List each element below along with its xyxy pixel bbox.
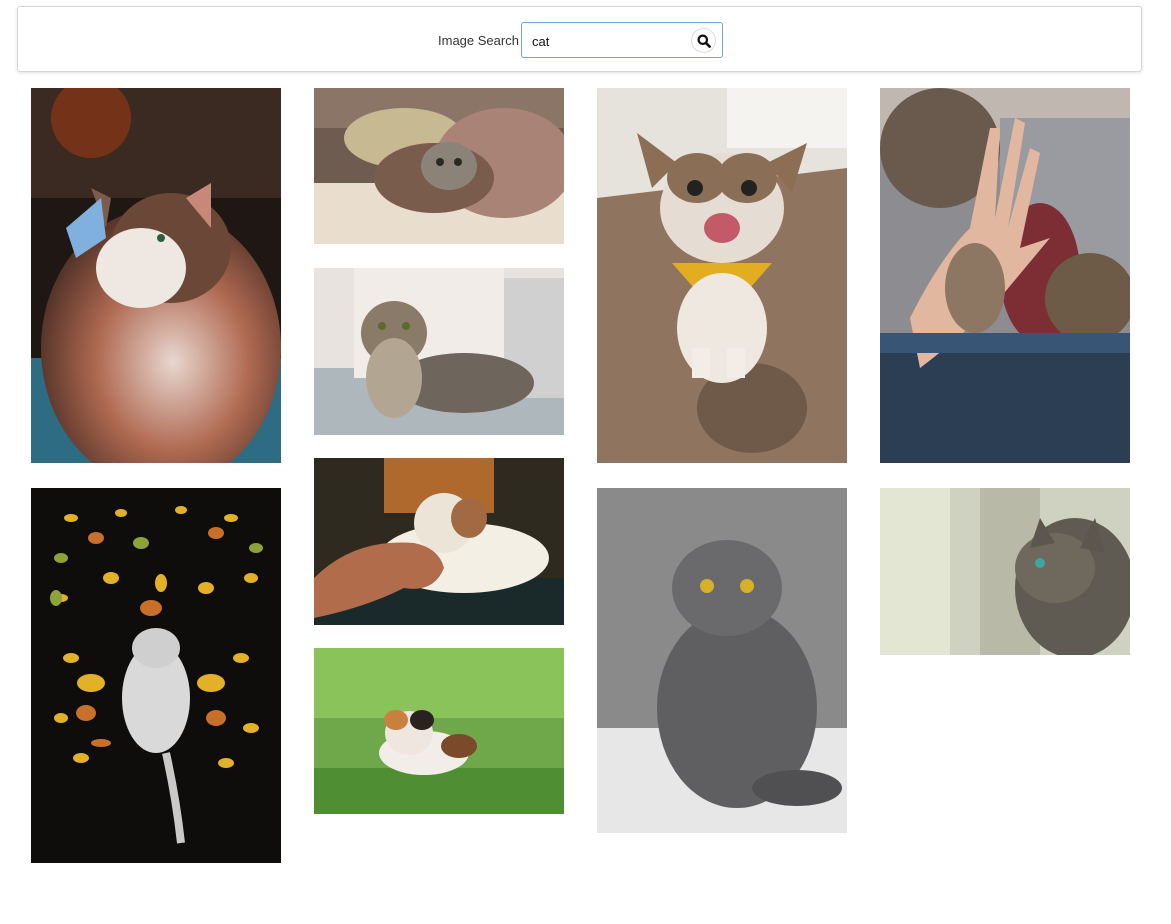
search-input[interactable]: [532, 32, 682, 50]
result-image-cat-with-butterfly[interactable]: [31, 88, 281, 463]
result-image-kitten-among-autumn-leaves[interactable]: [31, 488, 281, 863]
result-image-grey-scottish-fold-cat[interactable]: [597, 488, 847, 833]
result-image-cat-high-five-hand[interactable]: [880, 88, 1130, 463]
result-image-happy-cat-yellow-bandana[interactable]: [597, 88, 847, 463]
result-image-tabby-cat-on-sofa[interactable]: [314, 268, 564, 435]
result-image-calico-cat-in-grass[interactable]: [314, 648, 564, 814]
result-image-cat-chin-scratch[interactable]: [314, 458, 564, 625]
search-label: Image Search: [438, 33, 519, 48]
search-panel: Image Search: [17, 6, 1142, 72]
result-image-tabby-cat-profile-window[interactable]: [880, 488, 1130, 655]
search-field[interactable]: [521, 22, 723, 58]
search-button[interactable]: [691, 28, 716, 53]
result-image-cat-under-blanket[interactable]: [314, 88, 564, 244]
search-icon: [697, 34, 711, 48]
